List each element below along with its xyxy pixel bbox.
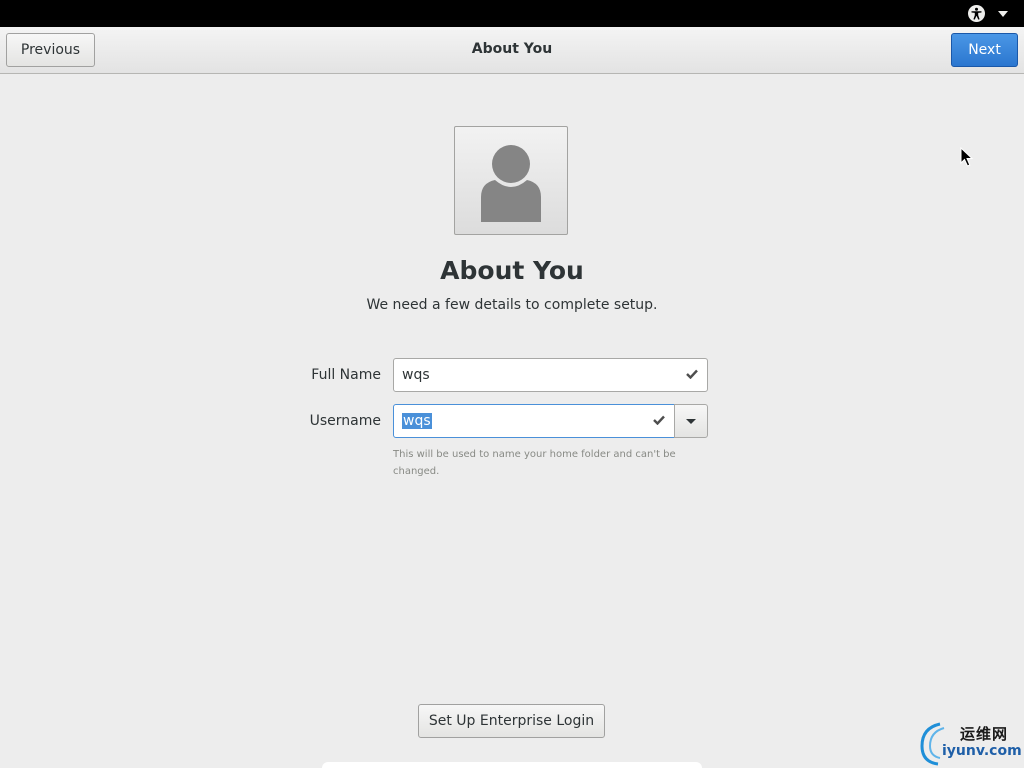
bottom-panel-edge xyxy=(322,762,702,768)
next-button[interactable]: Next xyxy=(951,33,1018,67)
username-input[interactable]: wqs xyxy=(393,404,675,438)
full-name-value: wqs xyxy=(402,367,430,383)
username-dropdown-button[interactable] xyxy=(674,404,708,438)
full-name-input[interactable]: wqs xyxy=(393,358,708,392)
previous-button[interactable]: Previous xyxy=(6,33,95,67)
watermark-text-cn: 运维网 xyxy=(960,725,1009,743)
user-avatar-icon xyxy=(481,145,541,222)
accessibility-menu[interactable] xyxy=(968,4,1010,23)
caret-down-icon xyxy=(686,418,696,424)
full-name-label: Full Name xyxy=(311,367,381,383)
checkmark-icon xyxy=(652,413,666,427)
header-title: About You xyxy=(471,41,553,57)
chevron-down-icon xyxy=(998,10,1008,17)
header-bar: Previous About You Next xyxy=(0,27,1024,74)
username-hint: This will be used to name your home fold… xyxy=(393,449,676,477)
username-label: Username xyxy=(309,413,381,429)
checkmark-icon xyxy=(685,367,699,381)
mouse-pointer-icon xyxy=(960,147,974,167)
watermark-text-en: iyunv.com xyxy=(942,743,1022,759)
top-bar xyxy=(0,0,1024,27)
enterprise-login-button[interactable]: Set Up Enterprise Login xyxy=(418,704,605,738)
watermark-logo: 运维网 iyunv.com xyxy=(918,720,1022,766)
page-title: About You xyxy=(440,256,584,285)
avatar-button[interactable] xyxy=(454,126,568,235)
page-subtitle: We need a few details to complete setup. xyxy=(366,297,658,313)
username-value: wqs xyxy=(402,413,432,429)
accessibility-icon xyxy=(968,5,985,22)
